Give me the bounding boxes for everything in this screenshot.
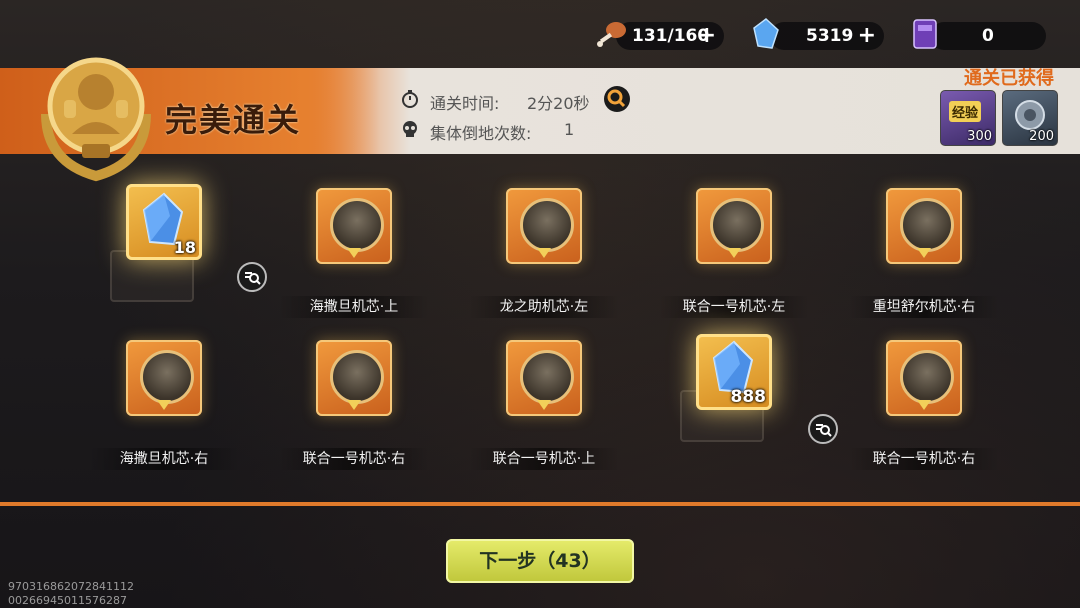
- add-stamina-button[interactable]: +: [698, 23, 716, 48]
- clear-time-value: 2分20秒: [527, 94, 590, 113]
- reward-card-crystal[interactable]: 888: [696, 334, 772, 410]
- robot-core-icon: [140, 350, 194, 404]
- add-crystal-button[interactable]: +: [858, 23, 876, 48]
- item-label: 联合一号机芯·右: [279, 448, 429, 470]
- core-connector-icon: [917, 248, 931, 258]
- reward-card-core[interactable]: [506, 340, 582, 416]
- core-connector-icon: [537, 248, 551, 258]
- core-connector-icon: [727, 248, 741, 258]
- reward-card-core[interactable]: [506, 188, 582, 264]
- reward-card-core[interactable]: [886, 340, 962, 416]
- divider-stripe: [0, 502, 1080, 506]
- session-id: 970316862072841112: [8, 580, 134, 593]
- exp-badge-icon: 经验: [949, 101, 982, 122]
- stopwatch-icon: [402, 90, 418, 108]
- item-quantity: 18: [173, 238, 196, 257]
- item-label: 联合一号机芯·上: [469, 448, 619, 470]
- item-detail-button[interactable]: [808, 414, 838, 444]
- robot-core-icon: [330, 198, 384, 252]
- robot-core-icon: [520, 350, 574, 404]
- exp-reward-value: 300: [967, 129, 992, 144]
- item-quantity: 888: [730, 387, 767, 407]
- reward-card-core[interactable]: [316, 188, 392, 264]
- drumstick-icon: [597, 22, 626, 47]
- gear-coin-icon: [1015, 100, 1045, 130]
- reward-card-core[interactable]: [696, 188, 772, 264]
- clear-time-label: 通关时间:: [430, 94, 500, 113]
- obtained-rewards-title: 通关已获得: [964, 68, 1054, 89]
- knockdown-value: 1: [564, 120, 575, 139]
- gold-medal-icon: [41, 57, 151, 182]
- ticket-counter: 0: [913, 19, 1046, 50]
- stamina-counter: 131/160 +: [597, 22, 724, 50]
- core-connector-icon: [157, 400, 171, 410]
- ticket-value: 0: [982, 26, 994, 46]
- clear-time-search-button[interactable]: [604, 86, 630, 112]
- blue-crystal-icon: [753, 18, 779, 49]
- item-label: 联合一号机芯·左: [659, 296, 809, 318]
- next-step-button[interactable]: 下一步（43）: [446, 539, 634, 583]
- perfect-clear-title: 完美通关: [165, 101, 302, 139]
- detail-list-icon: [816, 424, 832, 437]
- crystal-value: 5319: [806, 26, 854, 46]
- robot-core-icon: [900, 198, 954, 252]
- gear-reward: 200: [1002, 90, 1058, 146]
- core-connector-icon: [917, 400, 931, 410]
- robot-core-icon: [710, 198, 764, 252]
- knockdown-label: 集体倒地次数:: [430, 124, 532, 143]
- core-connector-icon: [537, 400, 551, 410]
- gear-reward-value: 200: [1029, 129, 1054, 144]
- core-connector-icon: [347, 400, 361, 410]
- exp-reward: 经验 300: [940, 90, 996, 146]
- robot-core-icon: [520, 198, 574, 252]
- robot-core-icon: [900, 350, 954, 404]
- user-id: 00266945011576287: [8, 594, 127, 607]
- core-connector-icon: [347, 248, 361, 258]
- reward-card-crystal[interactable]: 18: [126, 184, 202, 260]
- item-label: 海撒旦机芯·上: [279, 296, 429, 318]
- item-label: 龙之助机芯·左: [469, 296, 619, 318]
- robot-core-icon: [330, 350, 384, 404]
- item-label: 联合一号机芯·右: [849, 448, 999, 470]
- magnifier-icon: [607, 89, 626, 108]
- crystal-counter: 5319 +: [753, 18, 884, 50]
- reward-card-core[interactable]: [316, 340, 392, 416]
- purple-ticket-icon: [913, 19, 937, 49]
- reward-card-core[interactable]: [886, 188, 962, 264]
- skull-icon: [403, 121, 417, 137]
- item-detail-button[interactable]: [237, 262, 267, 292]
- item-label: 重坦舒尔机芯·右: [849, 296, 999, 318]
- reward-card-core[interactable]: [126, 340, 202, 416]
- detail-list-icon: [245, 272, 261, 285]
- item-label: 海撒旦机芯·右: [89, 448, 239, 470]
